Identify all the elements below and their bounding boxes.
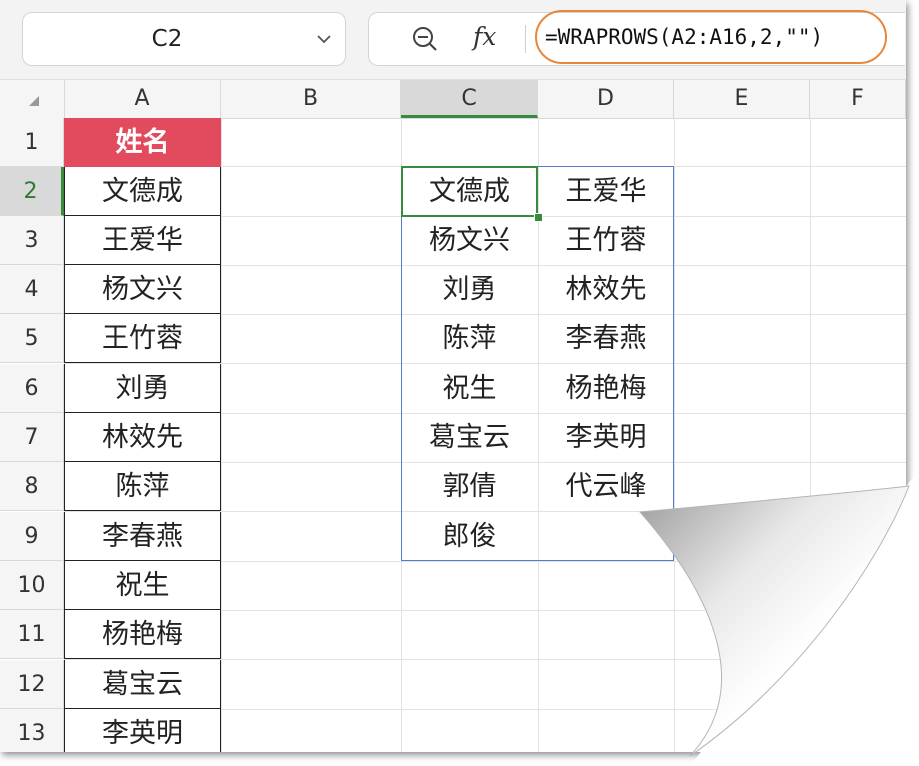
cell-a2[interactable]: 文德成 [64, 167, 221, 216]
cell-a6[interactable]: 刘勇 [64, 364, 221, 413]
row-header[interactable]: 1 [0, 118, 64, 167]
zoom-out-icon[interactable] [411, 25, 439, 53]
gridline [810, 118, 811, 752]
cell-d5[interactable]: 李春燕 [538, 314, 674, 363]
cell-d7[interactable]: 李英明 [538, 413, 674, 462]
row-header[interactable]: 10 [0, 561, 64, 610]
cell-a13[interactable]: 李英明 [64, 709, 221, 752]
name-box[interactable]: C2 [22, 12, 346, 66]
row-header[interactable]: 5 [0, 314, 64, 363]
name-box-value: C2 [151, 26, 183, 52]
cell-a4[interactable]: 杨文兴 [64, 265, 221, 314]
cell-a5[interactable]: 王竹蓉 [64, 314, 221, 363]
row-header[interactable]: 3 [0, 216, 64, 265]
gridline [221, 118, 222, 752]
cell-d8[interactable]: 代云峰 [538, 462, 674, 511]
select-all-corner[interactable] [0, 80, 65, 118]
row-header[interactable]: 12 [0, 660, 64, 709]
cell-c8[interactable]: 郭倩 [401, 462, 538, 511]
column-header-row: A B C D E F [0, 80, 906, 119]
cell-c4[interactable]: 刘勇 [401, 265, 538, 314]
select-all-icon [29, 96, 39, 106]
cell-a9[interactable]: 李春燕 [64, 512, 221, 561]
cell-c6[interactable]: 祝生 [401, 364, 538, 413]
chevron-down-icon[interactable] [315, 30, 333, 48]
row-header[interactable]: 4 [0, 265, 64, 314]
cell-c2[interactable]: 文德成 [401, 167, 538, 216]
cell-a8[interactable]: 陈萍 [64, 462, 221, 511]
header-cell-name[interactable]: 姓名 [64, 118, 221, 167]
row-header[interactable]: 2 [0, 167, 64, 216]
cell-a12[interactable]: 葛宝云 [64, 660, 221, 709]
cell-d4[interactable]: 林效先 [538, 265, 674, 314]
cell-c5[interactable]: 陈萍 [401, 314, 538, 363]
fill-handle[interactable] [534, 213, 543, 222]
cell-c9[interactable]: 郎俊 [401, 512, 538, 561]
cell-d6[interactable]: 杨艳梅 [538, 364, 674, 413]
row-header[interactable]: 7 [0, 413, 64, 462]
column-header-a[interactable]: A [64, 80, 221, 118]
formula-area: fx =WRAPROWS(A2:A16,2,"") [368, 10, 905, 66]
cell-c3[interactable]: 杨文兴 [401, 216, 538, 265]
cell-a11[interactable]: 杨艳梅 [64, 610, 221, 659]
formula-input[interactable]: =WRAPROWS(A2:A16,2,"") [535, 10, 887, 64]
row-header[interactable]: 8 [0, 462, 64, 511]
row-header[interactable]: 9 [0, 512, 64, 561]
separator [525, 25, 526, 53]
row-header[interactable]: 11 [0, 610, 64, 659]
row-header[interactable]: 6 [0, 364, 64, 413]
cell-a7[interactable]: 林效先 [64, 413, 221, 462]
cell-d3[interactable]: 王竹蓉 [538, 216, 674, 265]
cell-d2[interactable]: 王爱华 [538, 167, 674, 216]
column-header-f[interactable]: F [810, 80, 906, 118]
cell-a10[interactable]: 祝生 [64, 561, 221, 610]
function-icon[interactable]: fx [473, 22, 496, 51]
column-header-b[interactable]: B [221, 80, 401, 118]
column-header-d[interactable]: D [538, 80, 674, 118]
row-header[interactable]: 13 [0, 709, 64, 752]
column-header-e[interactable]: E [674, 80, 810, 118]
column-header-c[interactable]: C [401, 80, 538, 118]
cell-a3[interactable]: 王爱华 [64, 216, 221, 265]
formula-bar: C2 fx =WRAPROWS(A2:A16,2,"") [0, 0, 906, 80]
cell-c7[interactable]: 葛宝云 [401, 413, 538, 462]
cell-d9[interactable] [538, 512, 674, 561]
gridline [674, 118, 675, 752]
spreadsheet-sheet: C2 fx =WRAPROWS(A2:A16,2,"") A B C D E F [0, 0, 906, 752]
